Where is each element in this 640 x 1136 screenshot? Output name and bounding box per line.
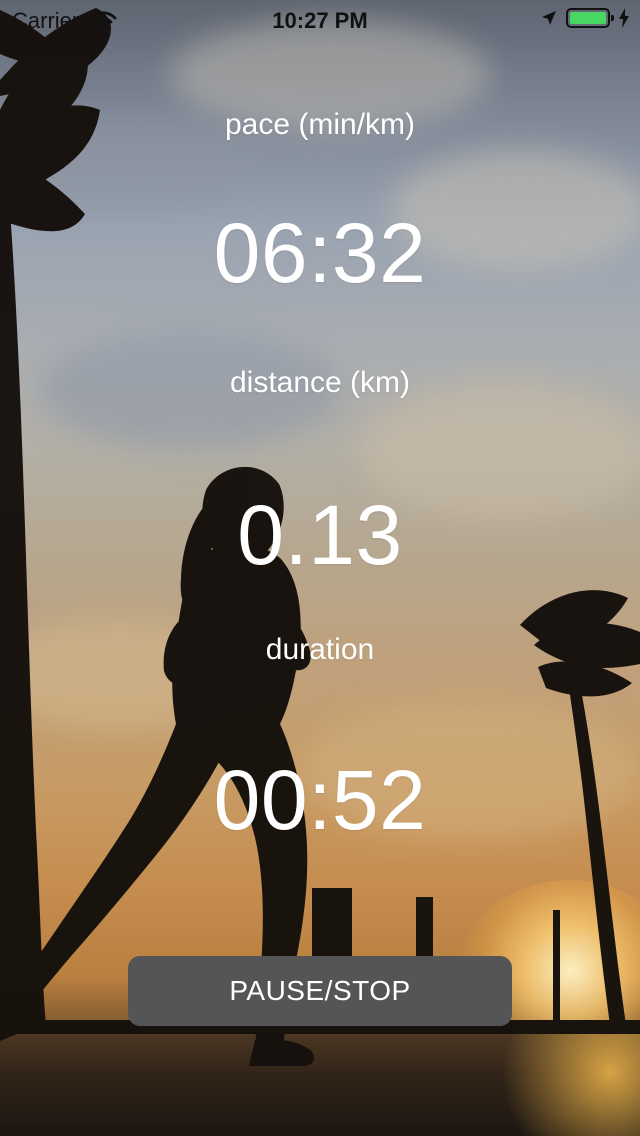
battery-icon [566,8,614,28]
status-bar: Carrier 10:27 PM [0,0,640,40]
charging-bolt-icon [619,8,629,28]
duration-value: 00:52 [213,753,427,847]
pace-label: pace (min/km) [224,108,416,141]
road-glow [470,1030,640,1136]
workout-screen: Carrier 10:27 PM pace (min/km) 06:32 dis… [0,0,640,1136]
distance-value: 0.13 [237,488,403,582]
status-right [540,8,630,28]
location-arrow-icon [542,11,556,25]
battery-level-fill [570,12,606,24]
distance-label: distance (km) [229,366,411,399]
duration-label: duration [265,633,375,666]
pause-stop-button[interactable]: PAUSE/STOP [128,956,512,1026]
pace-value: 06:32 [213,206,427,300]
